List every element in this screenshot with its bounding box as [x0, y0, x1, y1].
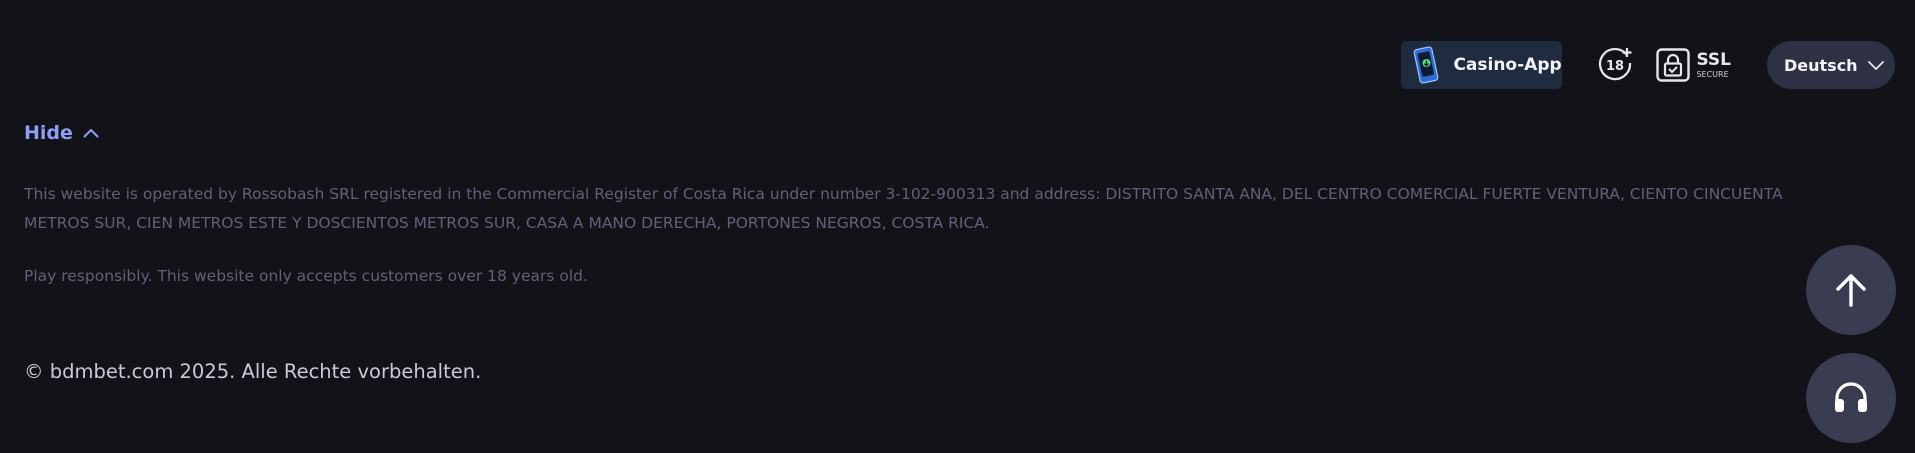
language-label: Deutsch	[1784, 55, 1858, 75]
chevron-up-icon	[83, 129, 99, 138]
phone-download-icon	[1414, 46, 1439, 84]
casino-app-label: Casino-App	[1453, 55, 1562, 75]
footer-top-bar: Casino-App 18 SSL SECURE Deutsch	[1401, 41, 1895, 89]
language-select[interactable]: Deutsch	[1767, 41, 1895, 89]
arrow-up-icon	[1836, 274, 1866, 307]
lock-icon	[1656, 48, 1691, 82]
scroll-to-top-button[interactable]	[1806, 245, 1896, 335]
casino-app-button[interactable]: Casino-App	[1401, 41, 1563, 89]
chevron-down-icon	[1867, 61, 1884, 70]
legal-disclaimer: This website is operated by Rossobash SR…	[24, 185, 1783, 232]
support-chat-button[interactable]	[1806, 353, 1896, 443]
copyright-text: © bdmbet.com 2025. Alle Rechte vorbehalt…	[24, 360, 482, 383]
headset-icon	[1835, 382, 1867, 412]
hide-toggle[interactable]: Hide	[24, 122, 99, 144]
hide-label: Hide	[24, 122, 73, 144]
age-badge-text: 18	[1606, 59, 1624, 74]
responsible-gaming-notice: Play responsibly. This website only acce…	[24, 267, 588, 285]
age-18-plus-icon: 18	[1599, 47, 1632, 81]
ssl-label: SSL	[1696, 49, 1731, 70]
ssl-secure-badge: SSL SECURE	[1656, 48, 1731, 82]
ssl-secure-label: SECURE	[1696, 69, 1729, 79]
